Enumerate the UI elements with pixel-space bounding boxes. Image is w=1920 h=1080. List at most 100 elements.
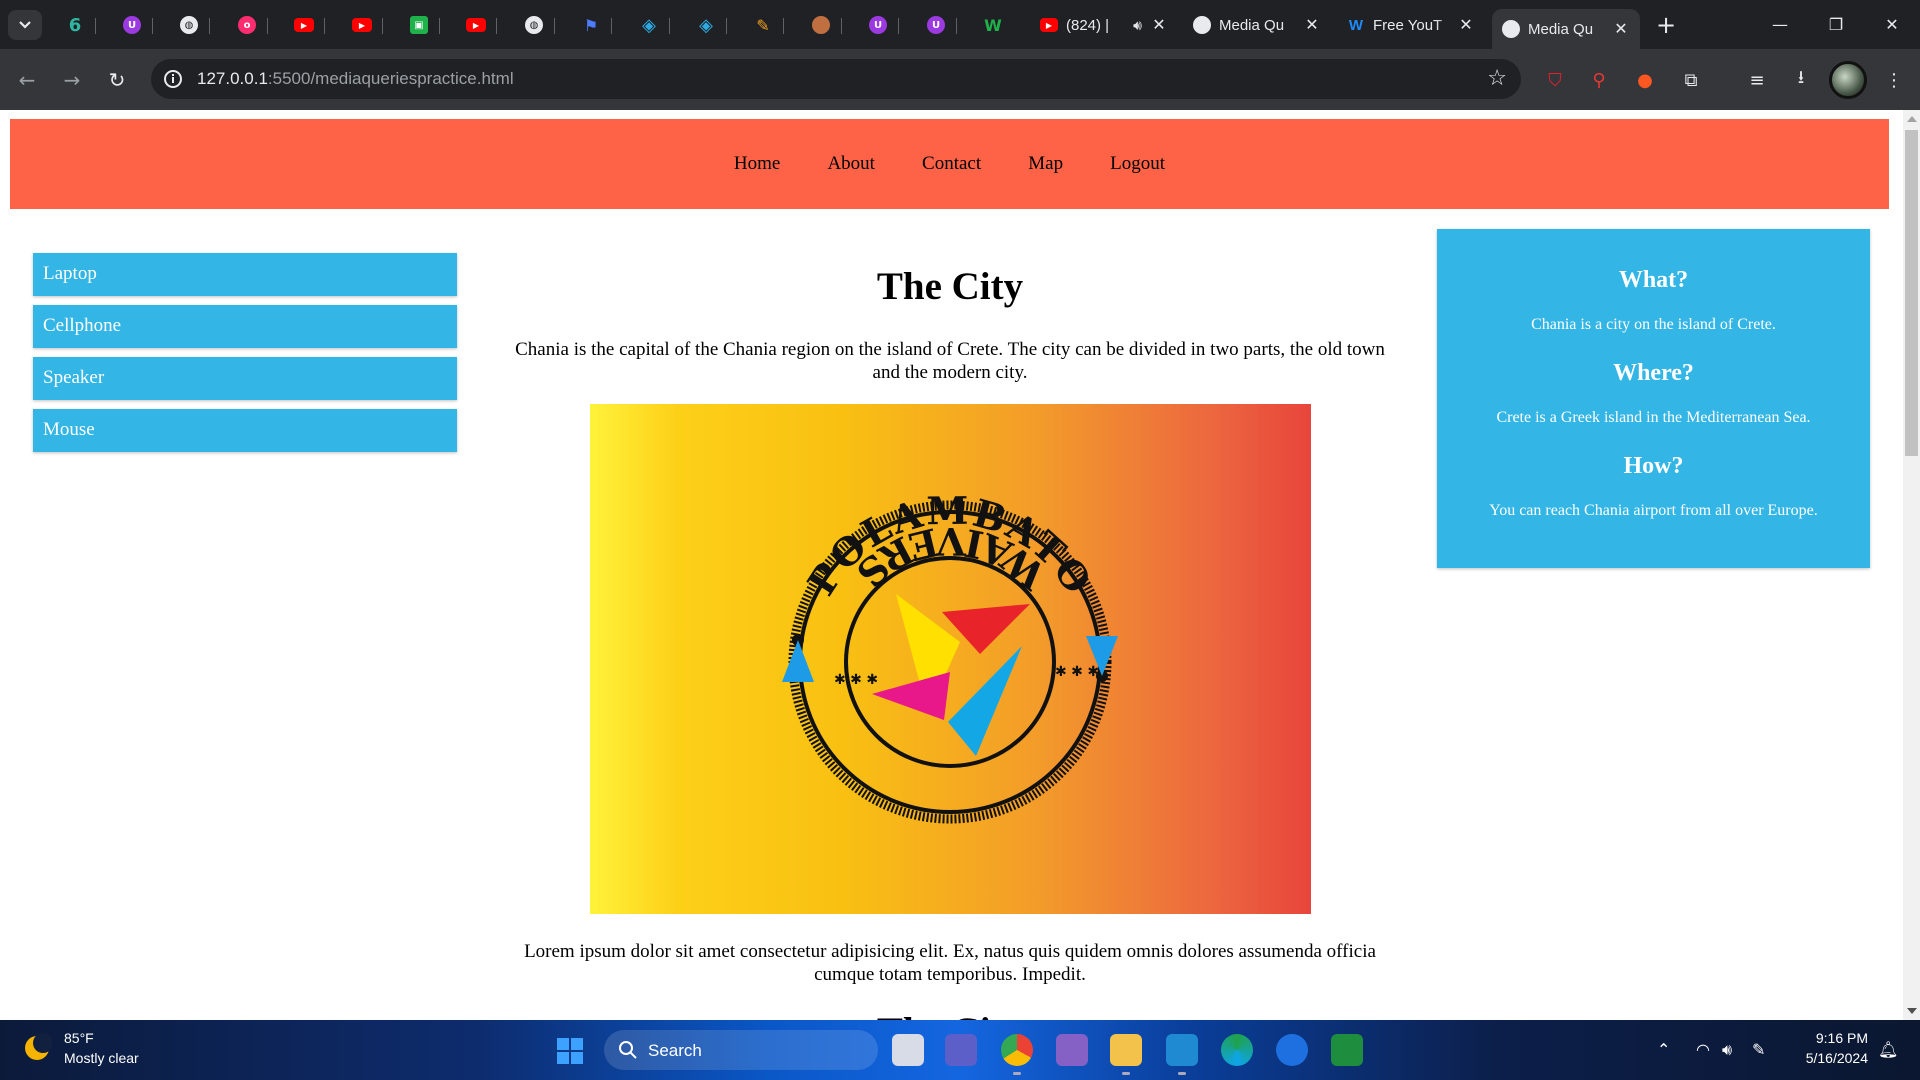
bookmark-star-icon[interactable]: ☆: [1487, 66, 1507, 91]
firefox-icon[interactable]: [1276, 1034, 1308, 1066]
restore-button[interactable]: ❐: [1808, 0, 1864, 49]
pinned-tab[interactable]: ▶: [455, 9, 497, 41]
svg-text:✱ ✱ ✱: ✱ ✱ ✱: [834, 672, 878, 688]
close-icon[interactable]: ✕: [1150, 15, 1168, 35]
back-button[interactable]: ←: [10, 63, 44, 97]
chevron-up-icon[interactable]: ⌃: [1657, 1040, 1670, 1059]
pinned-tab[interactable]: ⚑: [570, 9, 612, 41]
windows-taskbar: 85°F Mostly clear Search ⌃ ◠ 🔊︎ ✎ 9:16 P…: [0, 1020, 1920, 1080]
webflow-icon: W: [984, 15, 1002, 35]
nav-logout-link[interactable]: Logout: [1110, 153, 1165, 174]
clock-time[interactable]: 9:16 PM: [1796, 1030, 1868, 1046]
reload-button[interactable]: ↻: [100, 63, 134, 97]
moon-weather-icon[interactable]: [22, 1033, 52, 1063]
extensions-puzzle-icon[interactable]: ⧉: [1677, 66, 1705, 94]
intro-paragraph: Chania is the capital of the Chania regi…: [515, 339, 1385, 383]
pinned-tab[interactable]: U: [111, 9, 153, 41]
info-sidebar: What? Chania is a city on the island of …: [1437, 229, 1870, 568]
menu-item-cellphone[interactable]: Cellphone: [33, 305, 457, 348]
pinned-tab[interactable]: ◍: [513, 9, 555, 41]
pinned-tab[interactable]: o: [226, 9, 268, 41]
scrollbar-thumb[interactable]: [1905, 130, 1918, 456]
nav-map-link[interactable]: Map: [1028, 153, 1063, 174]
side-menu: Laptop Cellphone Speaker Mouse: [33, 253, 457, 461]
close-icon[interactable]: ✕: [1303, 15, 1321, 35]
pinned-tab[interactable]: W: [972, 9, 1014, 41]
drupal-icon: ◈: [699, 14, 713, 36]
volume-icon[interactable]: 🔊︎: [1722, 1040, 1732, 1060]
forward-button[interactable]: →: [55, 63, 89, 97]
start-button[interactable]: [557, 1038, 583, 1064]
download-icon[interactable]: ⭳: [1787, 66, 1815, 94]
speaker-icon[interactable]: 🔊︎: [1133, 17, 1142, 34]
pinned-tab[interactable]: ▣: [398, 9, 440, 41]
close-icon[interactable]: ✕: [1612, 19, 1630, 39]
edge-icon[interactable]: [1221, 1034, 1253, 1066]
pinned-tab[interactable]: U: [857, 9, 899, 41]
nav-home-link[interactable]: Home: [734, 153, 780, 174]
kebab-menu-icon[interactable]: ⋮: [1880, 66, 1908, 94]
clock-date[interactable]: 5/16/2024: [1788, 1050, 1868, 1066]
vertical-scrollbar[interactable]: [1903, 110, 1920, 1020]
pen-icon[interactable]: ✎: [1752, 1040, 1765, 1059]
pinned-tab[interactable]: 6: [54, 9, 96, 41]
classroom-icon[interactable]: [1331, 1034, 1363, 1066]
menu-item-speaker[interactable]: Speaker: [33, 357, 457, 400]
pinned-tab[interactable]: ▶: [283, 9, 325, 41]
brave-extension-icon[interactable]: ●: [1631, 66, 1659, 94]
pinned-tab[interactable]: [800, 9, 842, 41]
chevron-down-icon: [19, 21, 31, 29]
minimize-button[interactable]: —: [1752, 0, 1808, 49]
close-window-button[interactable]: ✕: [1864, 0, 1920, 49]
browser-tab[interactable]: Media Qu ✕: [1183, 9, 1331, 41]
restore-icon: ❐: [1828, 15, 1844, 34]
shield-extension-icon[interactable]: ⛉: [1541, 66, 1569, 94]
pinned-tab[interactable]: ▶: [341, 9, 383, 41]
pinned-tab[interactable]: ◈: [685, 9, 727, 41]
aside-how-text: You can reach Chania airport from all ov…: [1489, 502, 1818, 519]
youtube-icon: ▶: [352, 18, 372, 32]
globe-icon: [1193, 16, 1211, 34]
close-icon[interactable]: ✕: [1457, 15, 1475, 35]
tab-search-button[interactable]: [8, 10, 42, 40]
scroll-up-arrow-icon[interactable]: [1907, 116, 1917, 122]
file-explorer-icon[interactable]: [1110, 1034, 1142, 1075]
browser-tab[interactable]: ▶ (824) | 🔊︎ ✕: [1030, 9, 1178, 41]
pinned-tab[interactable]: ◈: [628, 9, 670, 41]
notification-bell-icon[interactable]: 🔔︎: [1878, 1040, 1898, 1059]
weather-temperature[interactable]: 85°F: [64, 1030, 94, 1046]
menu-item-laptop[interactable]: Laptop: [33, 253, 457, 296]
taskbar-search[interactable]: Search: [604, 1030, 878, 1070]
menu-item-mouse[interactable]: Mouse: [33, 409, 457, 452]
task-view-icon[interactable]: [892, 1034, 924, 1066]
globe-icon: ◍: [180, 16, 198, 34]
lorem-paragraph: Lorem ipsum dolor sit amet consectetur a…: [524, 941, 1376, 985]
chrome-icon[interactable]: [1001, 1034, 1033, 1075]
pinned-tab[interactable]: ✎: [742, 9, 784, 41]
browser-tab-active[interactable]: Media Qu ✕: [1492, 9, 1640, 49]
scroll-down-arrow-icon[interactable]: [1907, 1008, 1917, 1014]
pinned-tab[interactable]: ◍: [168, 9, 210, 41]
aside-where-text: Crete is a Greek island in the Mediterra…: [1496, 409, 1811, 426]
search-label: Search: [648, 1041, 702, 1060]
weather-description[interactable]: Mostly clear: [64, 1050, 139, 1066]
profile-avatar[interactable]: [1829, 61, 1867, 99]
browser-tab[interactable]: W Free YouT ✕: [1337, 9, 1485, 41]
pin-extension-icon[interactable]: ⚲: [1585, 66, 1613, 94]
pinned-tab[interactable]: U: [915, 9, 957, 41]
address-bar[interactable]: 127.0.0.1:5500/mediaqueriespractice.html…: [151, 59, 1521, 99]
teams-icon[interactable]: [945, 1034, 977, 1066]
vscode-icon[interactable]: [1166, 1034, 1198, 1075]
globe-icon: ◍: [525, 16, 543, 34]
media-control-icon[interactable]: ≡: [1743, 66, 1771, 94]
wifi-icon[interactable]: ◠: [1696, 1040, 1710, 1059]
polambato-logo: POLAMBATO WAIVERS ✱ ✱ ✱ ✱ ✱ ✱: [781, 488, 1118, 824]
tab-title: Free YouT: [1373, 16, 1443, 34]
nav-about-link[interactable]: About: [827, 153, 875, 174]
site-nav: Home About Contact Map Logout: [713, 153, 1186, 175]
site-info-button[interactable]: [161, 67, 185, 91]
visual-studio-icon[interactable]: [1056, 1034, 1088, 1066]
nav-contact-link[interactable]: Contact: [922, 153, 981, 174]
new-tab-button[interactable]: +: [1652, 11, 1680, 39]
reload-icon: ↻: [108, 68, 126, 92]
